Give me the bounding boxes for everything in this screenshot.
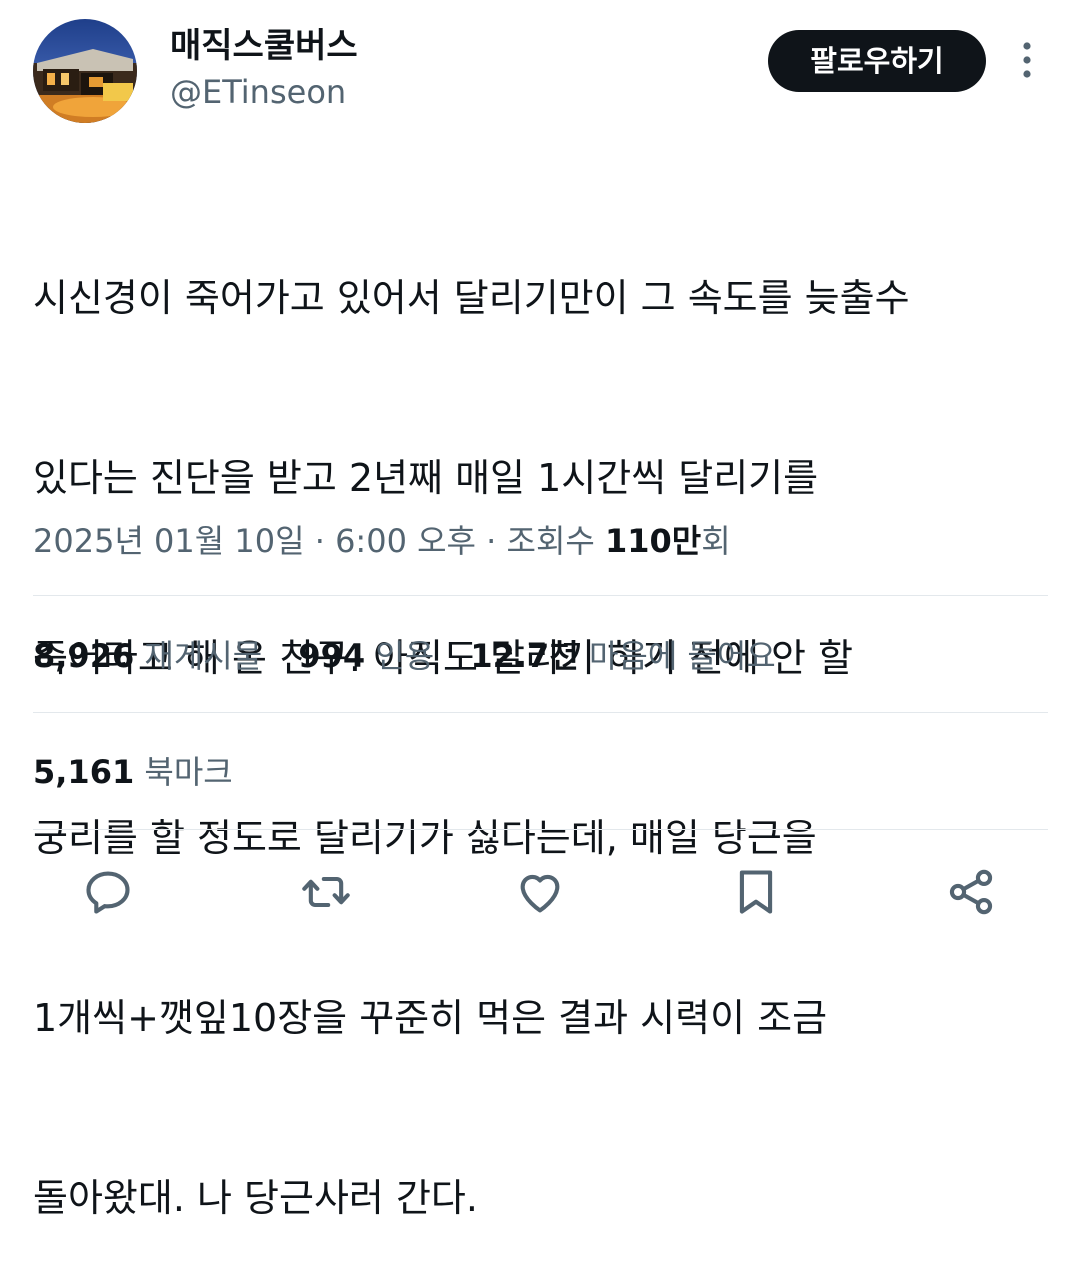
quotes-label: 인용 <box>375 637 435 675</box>
bookmark-icon <box>739 870 773 914</box>
repost-button[interactable] <box>300 866 352 918</box>
views-suffix: 회 <box>701 522 731 560</box>
views-count: 110만 <box>605 522 702 560</box>
tweet-time[interactable]: 6:00 오후 <box>335 522 476 560</box>
tweet-text-line: 있다는 진단을 받고 2년째 매일 1시간씩 달리기를 <box>33 456 819 500</box>
author-handle[interactable]: @ETinseon <box>170 73 346 111</box>
like-button[interactable] <box>514 866 566 918</box>
tweet-date[interactable]: 2025년 01월 10일 <box>33 522 305 560</box>
tweet-text-line: 시신경이 죽어가고 있어서 달리기만이 그 속도를 늦출수 <box>33 276 910 320</box>
engagement-stats: 8,926 재게시물 994 인용 12.7천 마음에 들어요 <box>33 634 802 678</box>
like-icon <box>520 874 560 913</box>
avatar[interactable] <box>33 19 137 123</box>
meta-separator: · <box>304 522 336 560</box>
reply-icon <box>86 871 130 914</box>
more-options-icon[interactable] <box>1013 40 1041 80</box>
author-display-name[interactable]: 매직스쿨버스 <box>170 26 358 66</box>
tweet-text-line: 1개씩+깻잎10장을 꾸준히 먹은 결과 시력이 조금 <box>33 996 828 1040</box>
bookmarks-label: 북마크 <box>144 753 233 791</box>
likes-label: 마음에 들어요 <box>588 637 776 675</box>
quotes-stat[interactable]: 994 인용 <box>298 637 434 675</box>
bookmark-stats: 5,161 북마크 <box>33 750 259 794</box>
repost-icon <box>302 876 350 908</box>
tweet-text-line: 돌아왔대. 나 당근사러 간다. <box>33 1176 478 1220</box>
share-button[interactable] <box>945 866 997 918</box>
bookmarks-count: 5,161 <box>33 753 135 791</box>
views-label: 조회수 <box>506 522 595 560</box>
tweet-text-line: 궁리를 할 정도로 달리기가 싫다는데, 매일 당근을 <box>33 816 817 860</box>
bookmarks-stat[interactable]: 5,161 북마크 <box>33 753 233 791</box>
quotes-count: 994 <box>298 637 366 675</box>
avatar-image <box>33 19 137 123</box>
bookmark-button[interactable] <box>730 866 782 918</box>
divider <box>33 712 1048 713</box>
likes-stat[interactable]: 12.7천 마음에 들어요 <box>470 637 775 675</box>
reply-button[interactable] <box>82 866 134 918</box>
reposts-label: 재게시물 <box>144 637 263 675</box>
follow-button[interactable]: 팔로우하기 <box>768 30 986 92</box>
likes-count: 12.7천 <box>470 637 579 675</box>
divider <box>33 829 1048 830</box>
share-icon <box>949 869 993 915</box>
divider <box>33 595 1048 596</box>
tweet-meta: 2025년 01월 10일 · 6:00 오후 · 조회수 110만회 <box>33 519 731 563</box>
tweet-text: 시신경이 죽어가고 있어서 달리기만이 그 속도를 늦출수 있다는 진단을 받고… <box>33 148 1043 1288</box>
meta-separator: · <box>475 522 507 560</box>
reposts-count: 8,926 <box>33 637 135 675</box>
reposts-stat[interactable]: 8,926 재게시물 <box>33 637 262 675</box>
